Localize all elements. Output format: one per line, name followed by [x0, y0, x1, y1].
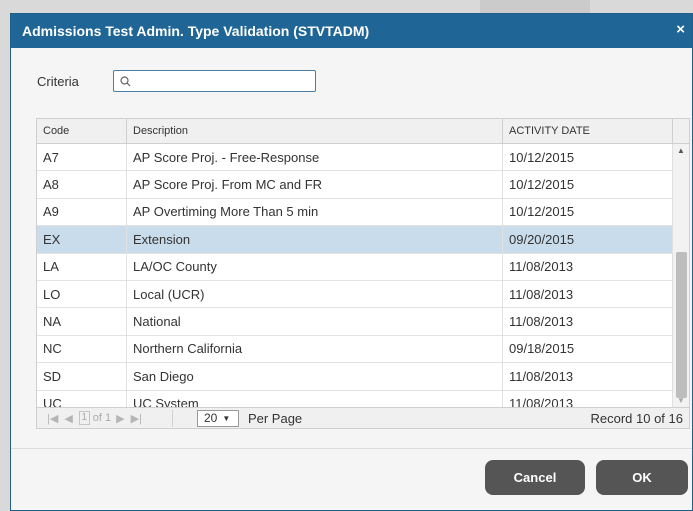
criteria-input[interactable] — [131, 74, 301, 88]
ok-button[interactable]: OK — [596, 460, 688, 495]
scroll-up-arrow-icon[interactable]: ▲ — [673, 144, 689, 158]
cancel-button[interactable]: Cancel — [485, 460, 585, 495]
row-activity-date: 11/08/2013 — [509, 259, 574, 275]
row-description: UC System — [127, 390, 503, 408]
row-code: A8 — [37, 171, 127, 198]
criteria-row: Criteria — [37, 69, 316, 93]
row-description: LA/OC County — [127, 253, 503, 280]
row-activity-date: 10/12/2015 — [509, 204, 575, 220]
next-page-icon[interactable]: ▶ — [116, 412, 124, 425]
column-header-spacer — [673, 119, 689, 143]
table-row[interactable]: NC Northern California 09/18/2015 — [37, 335, 673, 364]
record-indicator: Record 10 of 16 — [590, 410, 683, 426]
row-code: LA — [37, 253, 127, 280]
search-icon — [120, 75, 131, 86]
pager-bar: |◀ ◀ 1 of 1 ▶ ▶| 20 ▼ Per Page Record 10… — [37, 407, 689, 428]
dialog-title-bar: Admissions Test Admin. Type Validation (… — [11, 14, 692, 48]
table-row[interactable]: LA LA/OC County 11/08/2013 — [37, 253, 673, 281]
row-code: SD — [37, 363, 127, 390]
row-description: AP Overtiming More Than 5 min — [127, 198, 503, 226]
table-row[interactable]: LO Local (UCR) 11/08/2013 — [37, 280, 673, 309]
row-description: National — [127, 308, 503, 335]
validation-grid: Code Description ACTIVITY DATE A7 AP Sco… — [36, 118, 690, 429]
per-page-value: 20 — [203, 411, 218, 425]
row-activity-date: 11/08/2013 — [509, 368, 574, 384]
footer-divider — [11, 448, 692, 449]
row-description: AP Score Proj. From MC and FR — [127, 171, 503, 198]
table-row[interactable]: A7 AP Score Proj. - Free-Response 10/12/… — [37, 144, 673, 172]
column-header-description[interactable]: Description — [127, 119, 503, 143]
dialog-title: Admissions Test Admin. Type Validation (… — [22, 23, 370, 39]
page-number-box[interactable]: 1 — [78, 411, 90, 425]
row-code: LO — [37, 280, 127, 308]
last-page-icon[interactable]: ▶| — [131, 412, 142, 425]
column-header-code[interactable]: Code — [37, 119, 127, 143]
row-description: Northern California — [127, 335, 503, 363]
row-code: UC — [37, 390, 127, 408]
scroll-down-arrow-icon[interactable]: ▼ — [673, 394, 689, 408]
row-activity-date: 10/12/2015 — [509, 149, 575, 165]
row-code: A9 — [37, 198, 127, 226]
row-description: AP Score Proj. - Free-Response — [127, 144, 503, 171]
previous-page-icon[interactable]: ◀ — [64, 412, 72, 425]
row-code: EX — [37, 226, 127, 253]
row-activity-date: 11/08/2013 — [509, 286, 574, 302]
validation-dialog: Admissions Test Admin. Type Validation (… — [10, 13, 693, 511]
row-description: Local (UCR) — [127, 280, 503, 308]
row-code: A7 — [37, 144, 127, 171]
table-row[interactable]: A9 AP Overtiming More Than 5 min 10/12/2… — [37, 198, 673, 227]
grid-header: Code Description ACTIVITY DATE — [37, 119, 689, 144]
scroll-thumb[interactable] — [676, 252, 687, 398]
background-strip — [480, 0, 590, 13]
first-page-icon[interactable]: |◀ — [47, 412, 58, 425]
row-activity-date: 09/20/2015 — [509, 231, 575, 247]
row-activity-date: 09/18/2015 — [509, 341, 575, 357]
chevron-down-icon: ▼ — [222, 413, 231, 423]
page-count-label: of 1 — [92, 412, 112, 424]
table-row-selected[interactable]: EX Extension 09/20/2015 — [37, 226, 673, 254]
table-row[interactable]: UC UC System 11/08/2013 — [37, 390, 673, 408]
vertical-scrollbar[interactable]: ▲ ▼ — [672, 144, 689, 408]
row-code: NC — [37, 335, 127, 363]
column-header-activity-date[interactable]: ACTIVITY DATE — [503, 119, 673, 143]
row-description: San Diego — [127, 363, 503, 390]
row-activity-date: 10/12/2015 — [509, 177, 575, 193]
table-row[interactable]: A8 AP Score Proj. From MC and FR 10/12/2… — [37, 171, 673, 199]
criteria-label: Criteria — [37, 73, 79, 89]
table-row[interactable]: SD San Diego 11/08/2013 — [37, 363, 673, 391]
row-activity-date: 11/08/2013 — [509, 396, 574, 408]
row-description: Extension — [127, 226, 503, 253]
per-page-label: Per Page — [247, 410, 303, 426]
table-row[interactable]: NA National 11/08/2013 — [37, 308, 673, 336]
row-activity-date: 11/08/2013 — [509, 314, 574, 330]
criteria-search-box[interactable] — [113, 70, 316, 92]
close-icon[interactable]: × — [676, 22, 685, 38]
grid-rows: A7 AP Score Proj. - Free-Response 10/12/… — [37, 144, 689, 408]
row-code: NA — [37, 308, 127, 335]
per-page-select[interactable]: 20 ▼ — [196, 409, 239, 427]
pager-divider — [171, 409, 173, 427]
